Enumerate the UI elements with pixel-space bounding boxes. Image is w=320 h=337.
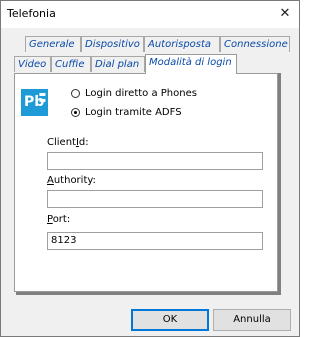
radio-adfs-login[interactable]: Login tramite ADFS [71,107,182,118]
window-title: Telefonia [7,7,56,20]
tab-modalita-di-login[interactable]: Modalità di login [145,54,237,74]
label-part: Client [47,137,76,148]
radio-label: Login tramite ADFS [85,107,182,118]
tab-label: Dial plan [95,59,140,70]
tab-label: Autorisposta [148,39,212,50]
tab-connessione[interactable]: Connessione [220,36,290,52]
tab-autorisposta[interactable]: Autorisposta [144,36,220,52]
radio-checked-icon[interactable] [71,108,80,117]
tab-label: Cuffie [55,59,85,70]
tab-label: Dispositivo [85,39,140,50]
label-accelerator: A [47,175,54,186]
port-label: Port: [47,214,70,225]
tab-label: Generale [29,39,75,50]
tab-label: Modalità di login [149,57,232,68]
login-mode-panel: Pb ▪▪ ▪▪ Login diretto a Phones Login tra… [14,73,278,292]
port-field[interactable]: 8123 [47,232,263,250]
label-part: d: [78,137,89,148]
radio-label: Login diretto a Phones [85,88,197,99]
tab-video[interactable]: Video [14,56,51,72]
label-part: uthority: [53,175,96,186]
logo-dots-icon: ▪▪ ▪▪ [38,91,46,104]
radio-direct-login[interactable]: Login diretto a Phones [71,88,197,99]
authority-field[interactable] [47,190,263,208]
tab-dispositivo[interactable]: Dispositivo [81,36,144,52]
radio-icon[interactable] [71,89,80,98]
tab-label: Connessione [224,39,288,50]
clientid-label: ClientId: [47,137,89,148]
authority-label: Authority: [47,175,96,186]
close-icon[interactable]: ✕ [275,4,295,24]
ok-button[interactable]: OK [131,309,209,331]
tab-label: Video [18,59,47,70]
label-part: ort: [52,214,71,225]
title-bar: Telefonia ✕ [1,1,299,28]
tab-cuffie[interactable]: Cuffie [51,56,91,72]
tab-generale[interactable]: Generale [25,36,81,52]
panel-shadow-bottom [16,292,281,295]
clientid-field[interactable] [47,152,263,170]
app-logo: Pb ▪▪ ▪▪ [21,89,48,116]
tab-dial-plan[interactable]: Dial plan [91,56,145,72]
cancel-button[interactable]: Annulla [213,309,291,331]
panel-shadow-right [278,73,281,295]
